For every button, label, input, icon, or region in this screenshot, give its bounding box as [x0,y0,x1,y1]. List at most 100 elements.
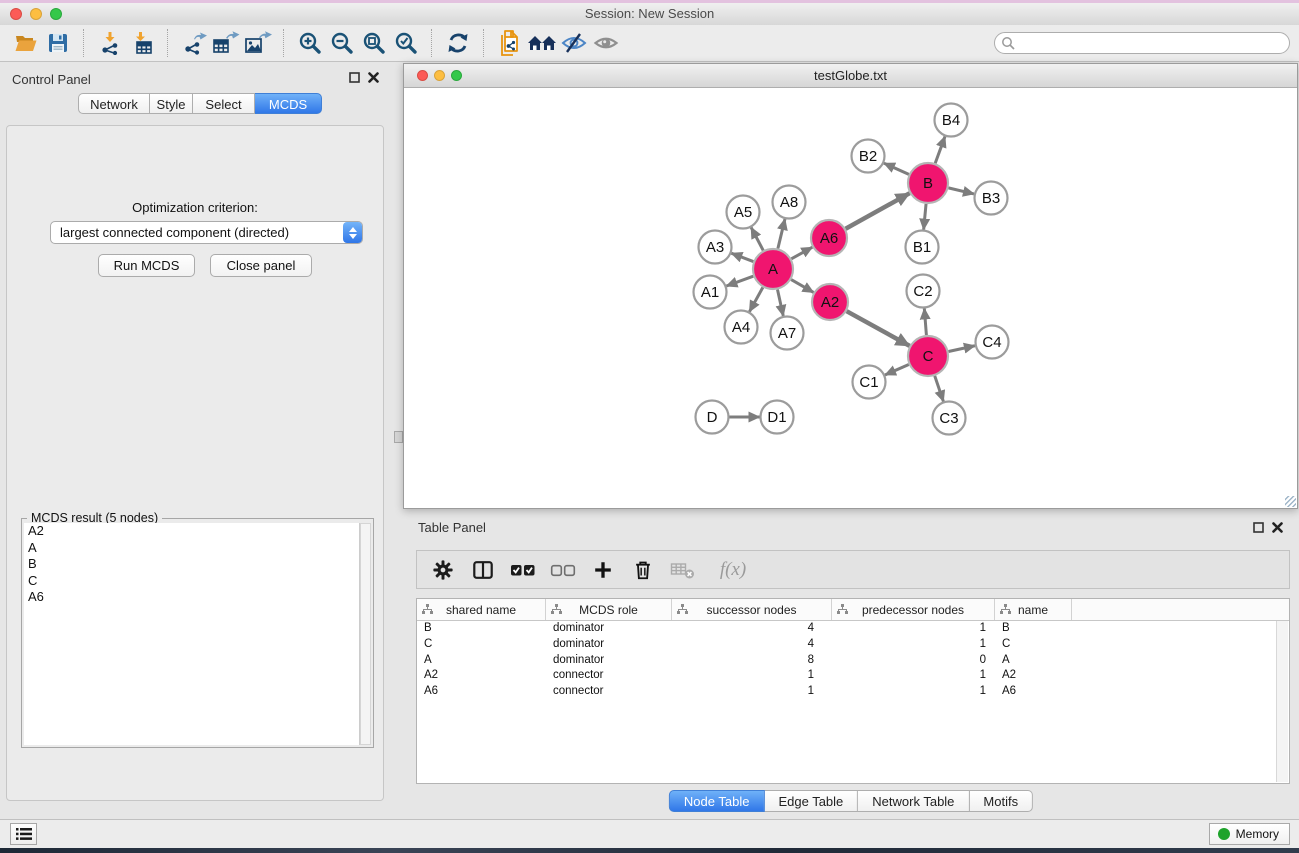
list-item[interactable]: A2 [24,523,359,540]
table-cell[interactable]: B [417,621,546,637]
tab-style[interactable]: Style [150,93,193,114]
column-header-successor-nodes[interactable]: successor nodes [672,599,832,620]
table-cell[interactable]: A [417,653,546,669]
graph-node-B2[interactable]: B2 [852,140,885,173]
close-panel-button[interactable]: Close panel [210,254,312,277]
table-cell[interactable]: 1 [832,668,995,684]
houses-icon[interactable] [526,28,558,58]
zoom-in-icon[interactable] [294,28,326,58]
import-network-icon[interactable] [94,28,126,58]
trash-icon[interactable] [630,555,656,585]
table-cell[interactable]: C [417,637,546,653]
float-panel-icon[interactable] [1253,522,1264,533]
tab-select[interactable]: Select [193,93,255,114]
graph-edge-C-C2[interactable] [924,308,926,335]
tab-network-table[interactable]: Network Table [858,790,969,812]
add-icon[interactable] [590,555,616,585]
deselect-all-icon[interactable] [550,555,576,585]
export-network-icon[interactable] [178,28,210,58]
graph-node-A8[interactable]: A8 [773,186,806,219]
table-cell[interactable]: 4 [672,621,832,637]
zoom-out-icon[interactable] [326,28,358,58]
task-history-button[interactable] [10,823,37,845]
graph-edge-A-A6[interactable] [791,247,812,259]
close-panel-icon[interactable] [1272,522,1283,533]
list-item[interactable]: B [24,556,359,573]
network-canvas[interactable]: B4B2BB3A5A8A6A3B1AA1C2A2A4A7C4CC1C3DD1 [404,88,1297,508]
refresh-icon[interactable] [442,28,474,58]
delete-table-icon[interactable] [670,555,696,585]
graph-node-A1[interactable]: A1 [694,276,727,309]
graph-edge-A-A4[interactable] [749,287,762,311]
memory-button[interactable]: Memory [1209,823,1290,845]
graph-node-C3[interactable]: C3 [933,402,966,435]
table-cell[interactable]: 4 [672,637,832,653]
tab-motifs[interactable]: Motifs [969,790,1033,812]
graph-node-B3[interactable]: B3 [975,182,1008,215]
tab-network[interactable]: Network [78,93,150,114]
criterion-dropdown[interactable]: largest connected component (directed) [50,221,363,244]
column-header-predecessor-nodes[interactable]: predecessor nodes [832,599,995,620]
table-row[interactable]: Cdominator41C [417,637,1289,653]
table-cell[interactable]: 1 [832,637,995,653]
table-cell[interactable]: dominator [546,621,672,637]
column-header-MCDS-role[interactable]: MCDS role [546,599,672,620]
import-table-icon[interactable] [126,28,158,58]
search-input[interactable] [1015,35,1289,51]
graph-edge-A2-C[interactable] [847,311,910,346]
table-row[interactable]: A2connector11A2 [417,668,1289,684]
table-cell[interactable]: A6 [417,684,546,700]
select-all-icon[interactable] [510,555,536,585]
network-window-titlebar[interactable]: testGlobe.txt [404,64,1297,88]
save-session-icon[interactable] [42,28,74,58]
graph-edge-B-B1[interactable] [924,204,926,230]
table-cell[interactable]: A2 [417,668,546,684]
list-item[interactable]: A [24,540,359,557]
float-panel-icon[interactable] [349,72,360,83]
graph-edge-A-A2[interactable] [791,280,813,293]
list-item[interactable]: C [24,573,359,590]
table-cell[interactable]: A6 [995,684,1072,700]
close-panel-icon[interactable] [368,72,379,83]
graph-node-A6[interactable]: A6 [811,220,847,256]
table-cell[interactable]: A2 [995,668,1072,684]
graph-edge-A-A7[interactable] [777,290,783,316]
split-columns-icon[interactable] [470,555,496,585]
graph-edge-A-A3[interactable] [731,253,753,261]
graph-node-C4[interactable]: C4 [976,326,1009,359]
graph-node-B1[interactable]: B1 [906,231,939,264]
table-cell[interactable]: B [995,621,1072,637]
column-header-shared-name[interactable]: shared name [417,599,546,620]
table-cell[interactable]: 1 [672,684,832,700]
tab-node-table[interactable]: Node Table [669,790,765,812]
table-cell[interactable]: dominator [546,653,672,669]
zoom-fit-icon[interactable] [358,28,390,58]
eye-slash-icon[interactable] [558,28,590,58]
graph-node-A4[interactable]: A4 [725,311,758,344]
tab-mcds[interactable]: MCDS [255,93,322,114]
graph-node-B[interactable]: B [908,163,948,203]
table-row[interactable]: Adominator80A [417,653,1289,669]
graph-edge-C-C4[interactable] [949,346,975,352]
eye-icon[interactable] [590,28,622,58]
splitter-handle[interactable] [394,431,403,443]
tab-edge-table[interactable]: Edge Table [764,790,858,812]
table-cell[interactable]: C [995,637,1072,653]
resize-grip-icon[interactable] [1285,496,1296,507]
graph-edge-C-C3[interactable] [935,376,944,402]
run-mcds-button[interactable]: Run MCDS [98,254,195,277]
table-cell[interactable]: dominator [546,637,672,653]
result-scrollbar[interactable] [360,523,371,745]
graph-edge-A-A5[interactable] [751,227,763,250]
function-icon[interactable]: f(x) [710,555,756,585]
table-row[interactable]: A6connector11A6 [417,684,1289,700]
table-scrollbar[interactable] [1276,621,1288,782]
graph-node-A7[interactable]: A7 [771,317,804,350]
graph-node-C2[interactable]: C2 [907,275,940,308]
graph-node-C[interactable]: C [908,336,948,376]
open-session-icon[interactable] [10,28,42,58]
column-header-name[interactable]: name [995,599,1072,620]
graph-edge-C-C1[interactable] [885,364,909,374]
graph-edge-A-A8[interactable] [778,219,785,249]
graph-node-D1[interactable]: D1 [761,401,794,434]
